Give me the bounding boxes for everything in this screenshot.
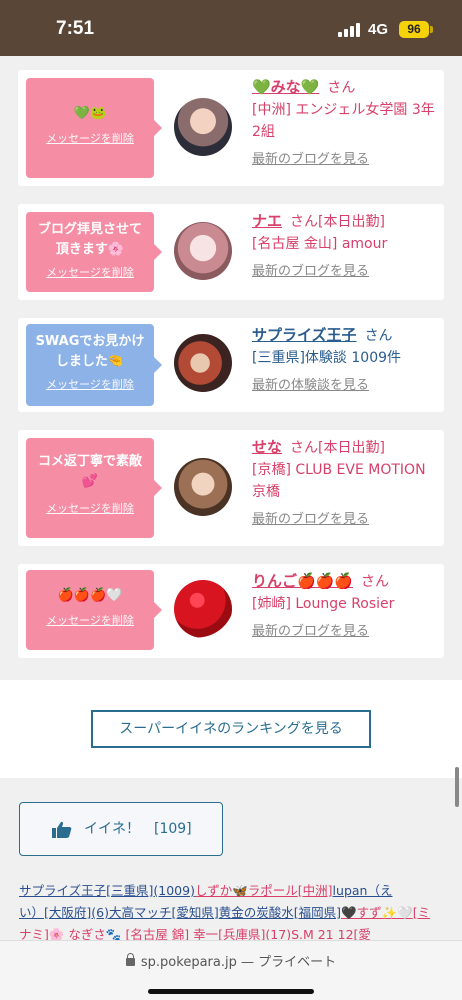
profile-detail: [姉崎] Lounge Rosier [252, 596, 395, 612]
avatar[interactable] [174, 98, 232, 156]
scroll-indicator [455, 767, 459, 807]
profile-name-link[interactable]: ナエ [252, 212, 282, 230]
message-card: コメ返丁寧で素敵💕 メッセージを削除 せな さん[本日出勤] [京橋] CLUB … [18, 430, 444, 546]
message-card: SWAGでお見かけしました🤏 メッセージを削除 サプライズ王子 さん [三重県]体… [18, 318, 444, 412]
message-text: 💚🐸 [73, 106, 107, 121]
liker-link[interactable]: 🖤すず✨🤍 [341, 905, 413, 920]
profile-detail: [名古屋 金山] amour [252, 236, 388, 252]
latest-blog-link[interactable]: 最新のブログを見る [252, 621, 438, 643]
delete-message-link[interactable]: メッセージを削除 [26, 500, 154, 516]
delete-message-link[interactable]: メッセージを削除 [26, 376, 154, 392]
liker-link[interactable]: 大高マッチ[愛知県] [109, 905, 219, 920]
browser-toolbar: sp.pokepara.jp — プライベート [0, 940, 462, 1000]
page-content: 💚🐸 メッセージを削除 💚みな💚 さん [中洲] エンジェル女学園 3年2組 最新… [0, 56, 462, 1000]
message-bubble: 🍎🍎🍎🤍 メッセージを削除 [26, 570, 162, 650]
avatar[interactable] [174, 458, 232, 516]
home-indicator[interactable] [148, 989, 314, 994]
profile-info: 💚みな💚 さん [中洲] エンジェル女学園 3年2組 最新のブログを見る [252, 76, 438, 171]
profile-name-link[interactable]: 💚みな💚 [252, 78, 319, 96]
honorific: さん [361, 574, 390, 590]
honorific: さん [364, 328, 393, 344]
profile-detail: [中洲] エンジェル女学園 3年2組 [252, 102, 435, 140]
liker-link[interactable]: lupan（え [333, 883, 393, 898]
profile-detail: [京橋] CLUB EVE MOTION 京橋 [252, 462, 426, 500]
profile-name-link[interactable]: サプライズ王子 [252, 326, 357, 344]
lock-icon [125, 953, 135, 966]
profile-detail: [三重県]体験談 1009件 [252, 350, 402, 366]
status-bar: 7:51 4G 96 [0, 0, 462, 56]
message-card: 💚🐸 メッセージを削除 💚みな💚 さん [中洲] エンジェル女学園 3年2組 最新… [18, 70, 444, 186]
liker-area: [中洲] [297, 883, 333, 898]
profile-name-link[interactable]: せな [252, 438, 282, 456]
message-text: コメ返丁寧で素敵💕 [37, 454, 142, 489]
message-bubble: コメ返丁寧で素敵💕 メッセージを削除 [26, 438, 162, 538]
honorific: さん[本日出勤] [290, 214, 385, 230]
message-card: ブログ拝見させて頂きます🌸 メッセージを削除 ナエ さん[本日出勤] [名古屋 金… [18, 204, 444, 300]
profile-info: せな さん[本日出勤] [京橋] CLUB EVE MOTION 京橋 最新のブロ… [252, 436, 438, 531]
address-bar[interactable]: sp.pokepara.jp — プライベート [0, 951, 462, 970]
cellular-signal-icon [338, 23, 362, 37]
url-text: sp.pokepara.jp [140, 955, 237, 970]
super-like-ranking-button[interactable]: スーパーイイネのランキングを見る [91, 710, 371, 748]
like-count: [109] [154, 821, 192, 837]
battery-tip [430, 26, 433, 33]
message-text: ブログ拝見させて頂きます🌸 [37, 222, 142, 257]
thumbs-up-icon [52, 821, 72, 838]
message-card: 🍎🍎🍎🤍 メッセージを削除 りんご🍎🍎🍎 さん [姉崎] Lounge Rosie… [18, 564, 444, 658]
profile-info: りんご🍎🍎🍎 さん [姉崎] Lounge Rosier 最新のブログを見る [252, 570, 438, 643]
latest-blog-link[interactable]: 最新のブログを見る [252, 509, 438, 531]
message-bubble: 💚🐸 メッセージを削除 [26, 78, 162, 178]
message-text: 🍎🍎🍎🤍 [57, 588, 123, 603]
avatar[interactable] [174, 334, 232, 392]
latest-blog-link[interactable]: 最新のブログを見る [252, 261, 438, 283]
network-type: 4G [368, 21, 389, 38]
honorific: さん [327, 80, 356, 96]
apple-avatar[interactable] [174, 580, 232, 638]
message-bubble: SWAGでお見かけしました🤏 メッセージを削除 [26, 324, 162, 406]
delete-message-link[interactable]: メッセージを削除 [26, 264, 154, 280]
battery-icon: 96 [399, 21, 429, 38]
profile-info: サプライズ王子 さん [三重県]体験談 1009件 最新の体験談を見る [252, 324, 438, 397]
liker-area: い）[大阪府](6) [19, 905, 109, 920]
liker-area: [ミ [412, 905, 431, 920]
like-label: イイネ！ [84, 821, 140, 837]
liker-link[interactable]: サプライズ王子[三重県](1009) [19, 883, 195, 898]
profile-name-link[interactable]: りんご🍎🍎🍎 [252, 572, 353, 590]
liker-link[interactable]: しずか🦋ラポール [195, 883, 298, 898]
honorific: さん[本日出勤] [290, 440, 385, 456]
private-label: — プライベート [236, 955, 337, 970]
liker-list: サプライズ王子[三重県](1009)しずか🦋ラポール[中洲]lupan（え い）… [19, 880, 445, 946]
message-text: SWAGでお見かけしました🤏 [35, 334, 145, 369]
avatar[interactable] [174, 222, 232, 280]
liker-link[interactable]: 黄金の炭酸水[福岡県] [219, 905, 341, 920]
like-button[interactable]: イイネ！ [109] [19, 802, 223, 856]
clock: 7:51 [56, 18, 95, 39]
latest-blog-link[interactable]: 最新のブログを見る [252, 149, 438, 171]
delete-message-link[interactable]: メッセージを削除 [26, 130, 154, 146]
delete-message-link[interactable]: メッセージを削除 [26, 612, 154, 628]
profile-info: ナエ さん[本日出勤] [名古屋 金山] amour 最新のブログを見る [252, 210, 438, 283]
message-bubble: ブログ拝見させて頂きます🌸 メッセージを削除 [26, 212, 162, 292]
latest-review-link[interactable]: 最新の体験談を見る [252, 375, 438, 397]
